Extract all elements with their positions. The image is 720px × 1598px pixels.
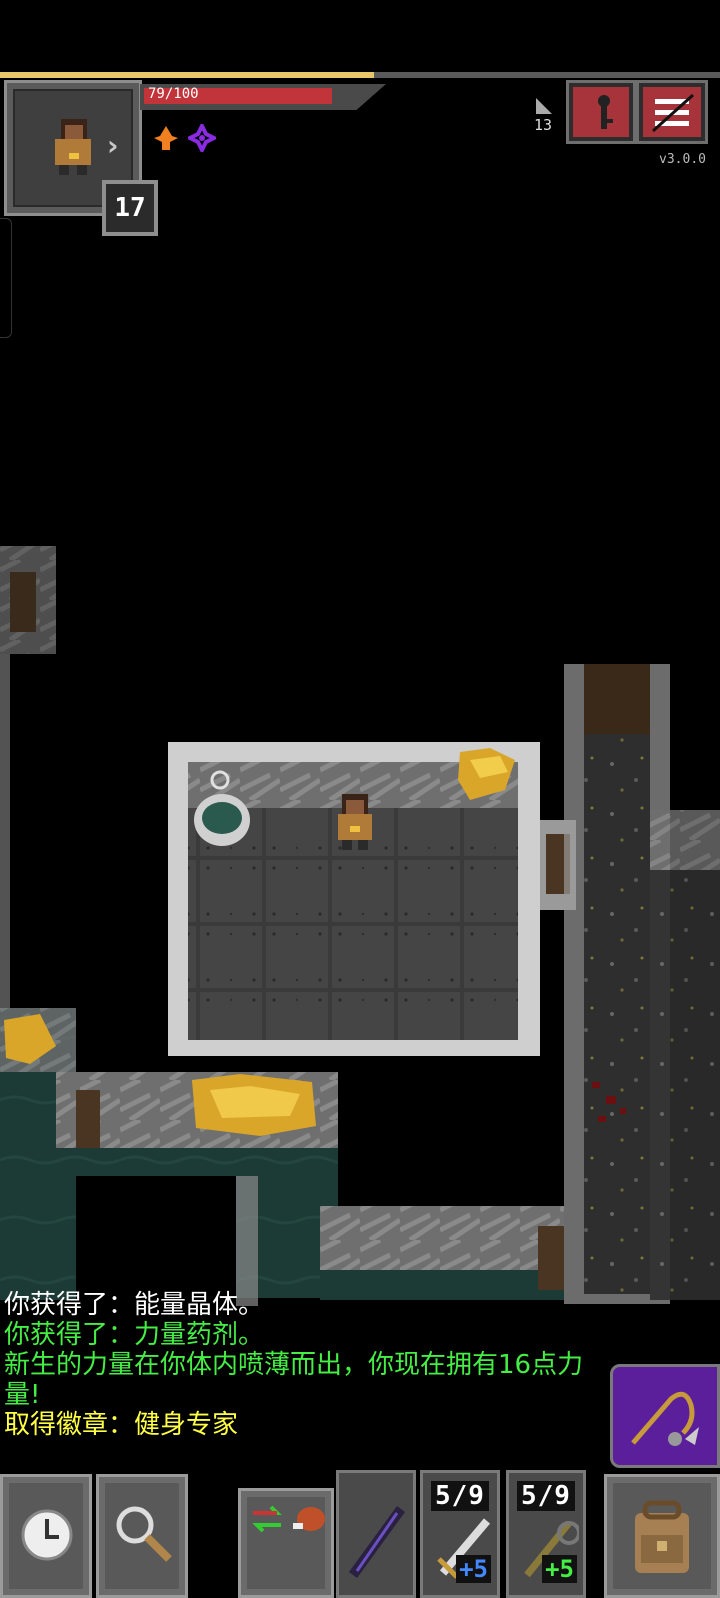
attack-button[interactable] (610, 1364, 720, 1468)
door-tile (538, 1226, 564, 1290)
door-tile[interactable] (584, 664, 650, 734)
log-line: 你获得了：力量药剂。 (4, 1320, 265, 1350)
backpack-button[interactable] (604, 1474, 720, 1598)
version-label: v3.0.0 (659, 152, 706, 167)
clock-icon (21, 1509, 73, 1561)
side-panel-handle[interactable] (0, 218, 12, 338)
quickslot-3-bonus: +5 (542, 1555, 577, 1583)
door-tile (10, 572, 36, 632)
wait-button[interactable] (0, 1474, 92, 1598)
chevron-right-icon: › (107, 129, 119, 162)
door-tile (76, 1090, 100, 1154)
mind-vision-buff-icon[interactable] (188, 124, 216, 152)
stairs-icon (536, 98, 552, 114)
hero-portrait-icon (55, 119, 91, 175)
wand-icon (348, 1506, 406, 1578)
quickslot-2-bonus: +5 (456, 1555, 491, 1583)
room-floor (188, 808, 518, 1040)
search-button[interactable] (96, 1474, 188, 1598)
quickslot-2[interactable]: 5/9 +5 (420, 1470, 500, 1598)
meat-icon[interactable] (289, 1499, 329, 1539)
swap-arrows-icon[interactable] (247, 1499, 287, 1539)
log-line: 新生的力量在你体内喷薄而出，你现在拥有16点力量! (4, 1350, 584, 1410)
message-log: 你获得了：能量晶体。 你获得了：力量药剂。 新生的力量在你体内喷薄而出，你现在拥… (4, 1290, 604, 1440)
depth-indicator[interactable]: 13 (530, 94, 556, 144)
whip-attack-icon (631, 1391, 699, 1446)
hero-level-badge: 17 (102, 180, 158, 236)
magnifier-icon (116, 1506, 172, 1562)
quickslot-3-charges: 5/9 (517, 1481, 575, 1511)
gold-pile[interactable] (192, 1074, 316, 1136)
menu-icon (651, 93, 695, 133)
quickslot-3[interactable]: 5/9 +5 (506, 1470, 586, 1598)
log-line: 取得徽章：健身专家 (4, 1410, 239, 1440)
log-line: 你获得了：能量晶体。 (4, 1290, 265, 1320)
key-icon (598, 95, 613, 129)
quickslot-1[interactable] (336, 1470, 416, 1598)
experience-fill (0, 72, 374, 78)
experience-bar (0, 72, 720, 78)
depth-number: 13 (533, 116, 553, 134)
fire-buff-icon[interactable] (152, 124, 180, 152)
journal-key-button[interactable] (566, 80, 636, 144)
backpack-icon (635, 1500, 689, 1573)
quick-items-panel[interactable] (238, 1488, 334, 1598)
menu-button[interactable] (636, 80, 708, 144)
quickslot-2-charges: 5/9 (431, 1481, 489, 1511)
health-text: 79/100 (148, 86, 199, 102)
